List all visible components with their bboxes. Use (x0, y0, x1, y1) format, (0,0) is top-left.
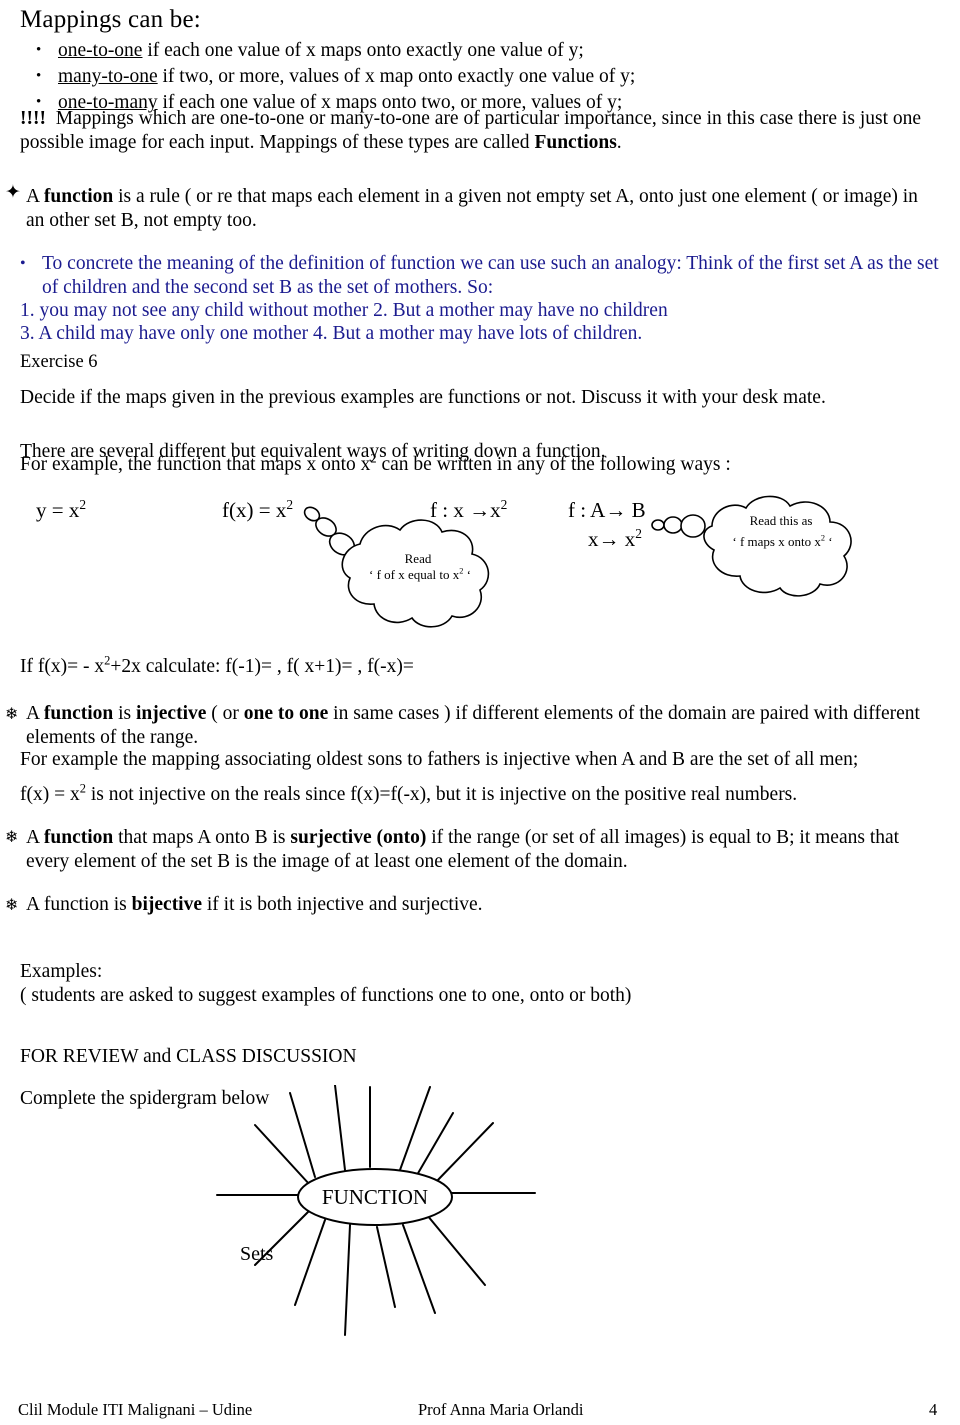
injective-text: f(x) = x (20, 784, 80, 805)
notation-text: f : A→ B (568, 498, 646, 522)
bubble-right-text-end: ‘ (825, 534, 833, 549)
injective-text: A (26, 703, 44, 724)
bijective-definition: A function is bijective if it is both in… (26, 893, 941, 917)
surjective-definition: A function that maps A onto B is surject… (26, 826, 941, 873)
mapping-term: many-to-one (58, 66, 158, 87)
calculate-text-a: If f(x)= - x (20, 656, 105, 677)
ways-text-b: can be written in any of the following w… (376, 454, 731, 475)
function-definition: A function is a rule ( or re that maps e… (26, 185, 941, 232)
thought-bubble-left: Read ‘ f of x equal to x2 ‘ (290, 500, 540, 635)
exercise-instruction: Decide if the maps given in the previous… (20, 387, 826, 408)
notation-f-of-x: f(x) = x2 (222, 498, 293, 522)
spidergram-branch-label: Sets (240, 1243, 274, 1265)
notation-sup: 2 (635, 526, 642, 541)
notation-text: f(x) = x (222, 498, 287, 522)
notation-y-equals: y = x2 (36, 498, 86, 522)
calculate-task: If f(x)= - x2+2x calculate: f(-1)= , f( … (20, 654, 940, 679)
flower-icon: ❄ (5, 895, 19, 914)
footer-author: Prof Anna Maria Orlandi (418, 1400, 584, 1419)
list-item: many-to-one if two, or more, values of x… (36, 63, 940, 90)
notation-sup: 2 (79, 497, 87, 512)
notation-text: x→ x (588, 527, 636, 551)
analogy-paragraph: To concrete the meaning of the definitio… (42, 253, 939, 298)
bubble-right-line-2: ‘ f maps x onto x2 ‘ (720, 533, 845, 550)
bijective-text: if it is both injective and surjective. (202, 894, 483, 915)
flower-icon: ❄ (5, 704, 19, 723)
bubble-right-line-1: Read this as (749, 513, 813, 528)
star-icon: ✦ (5, 181, 21, 203)
footer-module: Clil Module ITI Malignani – Udine (18, 1400, 253, 1419)
notation-x-to-x2: x→ x2 (588, 527, 642, 551)
definition-text: is a rule ( or re that maps each element… (26, 186, 918, 231)
definition-lead: A (26, 186, 44, 207)
page-heading: Mappings can be: (20, 6, 201, 33)
exercise-label: Exercise 6 (20, 352, 98, 372)
document-page: Mappings can be: one-to-one if each one … (0, 0, 960, 1425)
spidergram-center-label: FUNCTION (322, 1185, 428, 1209)
bubble-left-line-1: Read (404, 551, 432, 566)
function-keyword: function (43, 186, 114, 207)
notation-text: y = x (36, 498, 80, 522)
surjective-text: that maps A onto B is (113, 827, 291, 848)
one-to-one-keyword: one to one (243, 703, 329, 724)
injective-example: For example the mapping associating olde… (20, 749, 859, 770)
surjective-keyword: surjective (290, 827, 372, 848)
flower-icon: ❄ (5, 827, 19, 846)
bubble-right-text: ‘ f maps x onto x (732, 534, 821, 549)
examples-text: ( students are asked to suggest examples… (20, 985, 632, 1006)
importance-note: !!!! Mappings which are one-to-one or ma… (20, 107, 938, 154)
calculate-text-b: +2x calculate: f(-1)= , f( x+1)= , f(-x)… (110, 656, 414, 677)
injective-definition: A function is injective ( or one to one … (26, 702, 941, 749)
analogy-points-line-2: 3. A child may have only one mother 4. B… (20, 323, 643, 344)
spidergram-shape: FUNCTION (216, 1084, 536, 1336)
bijective-text: A function is (26, 894, 132, 915)
ways-line-2: For example, the function that maps x on… (20, 452, 940, 477)
functions-keyword: Functions (534, 131, 617, 153)
list-item: one-to-one if each one value of x maps o… (36, 37, 940, 64)
notation-f-a-to-b: f : A→ B (568, 498, 646, 522)
injective-text: is (113, 703, 137, 724)
importance-text: Mappings which are one-to-one or many-to… (20, 108, 922, 153)
bubble-left-text: ‘ f of x equal to x (368, 567, 460, 582)
spidergram-diagram: FUNCTION Sets (195, 1084, 625, 1355)
ways-text-a: For example, the function that maps x on… (20, 454, 371, 475)
exclamation-prefix: !!!! (20, 108, 46, 129)
injective-text: ( or (206, 703, 244, 724)
injective-text: is not injective on the reals since f(x)… (85, 784, 798, 805)
injective-counterexample: f(x) = x2 is not injective on the reals … (20, 782, 940, 807)
function-keyword: function (43, 827, 114, 848)
importance-text-end: . (616, 131, 622, 153)
mapping-desc: if each one value of x maps onto exactly… (142, 40, 584, 61)
footer-page-number: 4 (929, 1400, 938, 1419)
onto-keyword: (onto) (376, 827, 427, 848)
examples-label: Examples: (20, 961, 103, 982)
mapping-types-list: one-to-one if each one value of x maps o… (20, 37, 940, 116)
injective-keyword: injective (136, 703, 207, 724)
thought-bubble-right: Read this as ‘ f maps x onto x2 ‘ (648, 492, 898, 607)
mapping-term: one-to-one (58, 40, 143, 61)
analogy-points-line-1: 1. you may not see any child without mot… (20, 300, 668, 321)
bubble-left-line-2: ‘ f of x equal to x2 ‘ (340, 566, 500, 583)
surjective-text: A (26, 827, 44, 848)
mapping-desc: if two, or more, values of x map onto ex… (157, 66, 636, 87)
review-heading: FOR REVIEW and CLASS DISCUSSION (20, 1046, 357, 1067)
function-keyword: function (43, 703, 114, 724)
bijective-keyword: bijective (131, 894, 203, 915)
bullet-dot-icon: • (20, 255, 26, 272)
bubble-left-text-end: ‘ (463, 567, 471, 582)
